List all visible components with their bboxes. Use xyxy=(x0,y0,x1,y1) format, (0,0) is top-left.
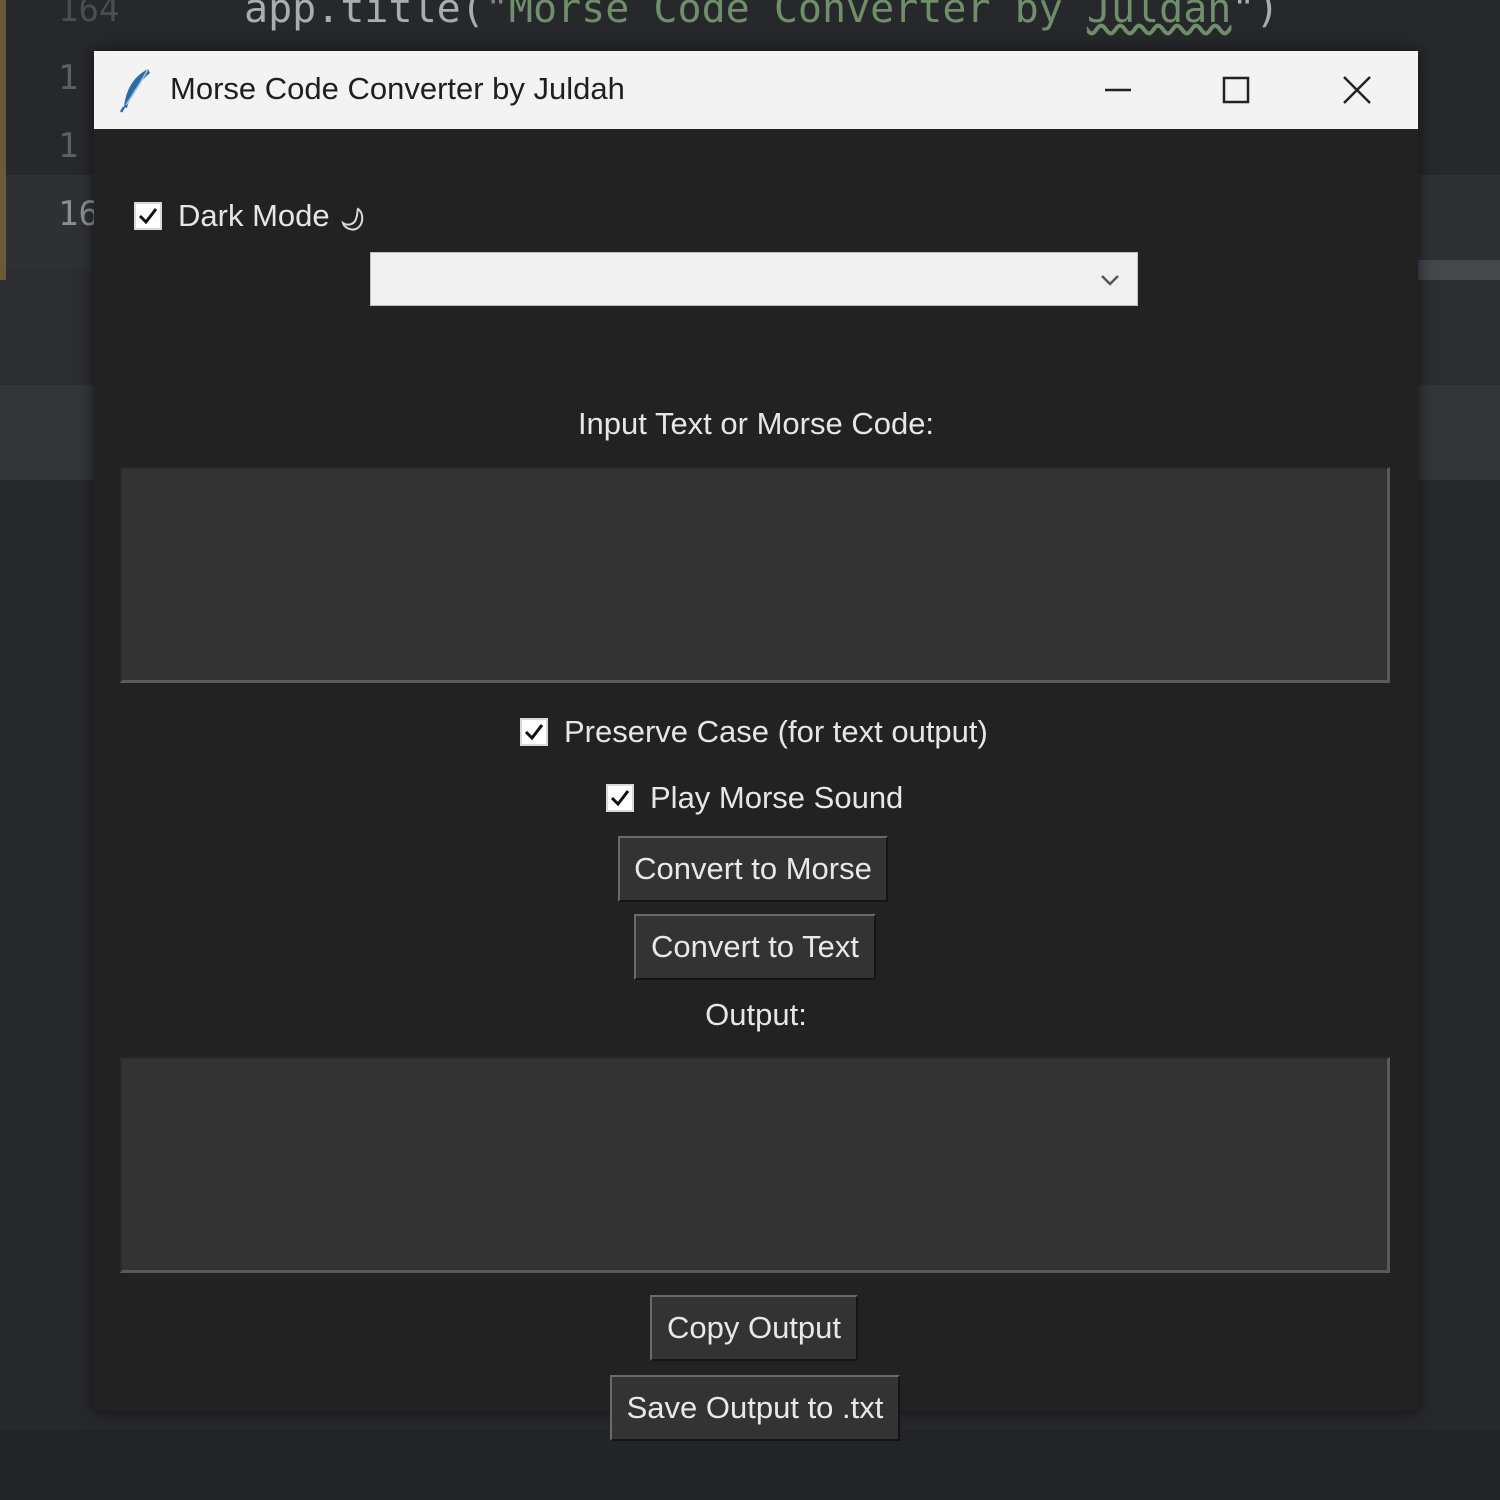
crescent-moon-icon xyxy=(340,207,363,231)
output-label: Output: xyxy=(705,997,807,1032)
line-number: 164 xyxy=(58,0,120,30)
checkmark-icon xyxy=(524,724,544,741)
window-client-area: Dark Mode Sample Phrases: Input Text or … xyxy=(94,129,1418,1441)
dark-mode-checkbox[interactable] xyxy=(134,202,162,230)
minimize-icon xyxy=(1105,88,1131,92)
convert-to-morse-button[interactable]: Convert to Morse xyxy=(618,836,888,902)
feather-icon xyxy=(119,68,150,113)
output-textbox[interactable] xyxy=(120,1057,1390,1273)
preserve-case-label: Preserve Case (for text output) xyxy=(564,714,988,749)
line-number: 1 xyxy=(58,126,79,166)
dark-mode-checkbox-row[interactable]: Dark Mode xyxy=(134,197,370,235)
title-bar[interactable]: Morse Code Converter by Juldah xyxy=(94,51,1418,129)
input-textbox[interactable] xyxy=(120,467,1390,683)
code-string: "Morse Code Converter by xyxy=(484,0,1087,32)
maximize-icon xyxy=(1222,76,1250,104)
code-identifier: ") xyxy=(1231,0,1280,32)
save-output-button[interactable]: Save Output to .txt xyxy=(610,1375,900,1441)
code-line: app.title("Morse Code Converter by Julda… xyxy=(244,0,1280,32)
line-number: 16 xyxy=(58,194,99,234)
convert-to-text-button[interactable]: Convert to Text xyxy=(634,914,876,980)
play-sound-label: Play Morse Sound xyxy=(650,780,904,815)
copy-output-button[interactable]: Copy Output xyxy=(650,1295,858,1361)
close-icon xyxy=(1343,76,1371,104)
chevron-down-icon[interactable] xyxy=(1097,267,1123,293)
app-window: Morse Code Converter by Juldah Dark Mode… xyxy=(94,51,1418,1441)
window-title: Morse Code Converter by Juldah xyxy=(170,71,625,106)
editor-scrollbar[interactable] xyxy=(1418,260,1500,280)
preserve-case-checkbox[interactable] xyxy=(520,718,548,746)
preserve-case-checkbox-row[interactable]: Preserve Case (for text output) xyxy=(520,714,988,750)
code-string-spellcheck: Juldah xyxy=(1086,0,1232,32)
checkmark-icon xyxy=(138,208,158,225)
dark-mode-label: Dark Mode xyxy=(178,198,330,233)
play-sound-checkbox[interactable] xyxy=(606,784,634,812)
input-label: Input Text or Morse Code: xyxy=(577,406,935,441)
line-number: 1 xyxy=(58,58,79,98)
sample-phrases-dropdown[interactable] xyxy=(370,252,1138,306)
play-sound-checkbox-row[interactable]: Play Morse Sound xyxy=(606,780,903,816)
checkmark-icon xyxy=(610,790,630,807)
code-identifier: app.title( xyxy=(244,0,485,32)
close-button[interactable] xyxy=(1298,51,1416,129)
editor-gutter-marker xyxy=(0,0,6,280)
maximize-button[interactable] xyxy=(1177,51,1295,129)
minimize-button[interactable] xyxy=(1059,51,1177,129)
